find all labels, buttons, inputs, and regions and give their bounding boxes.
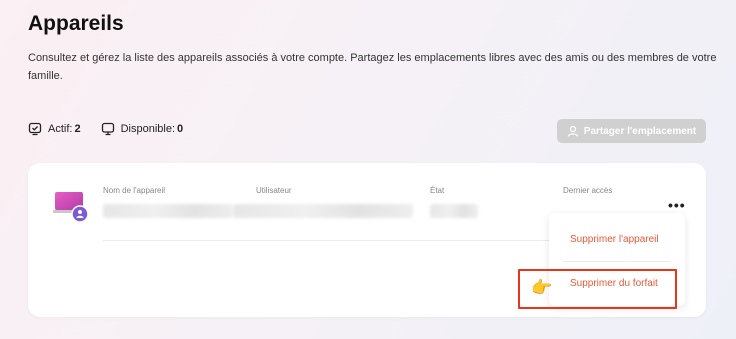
column-header-user: Utilisateur: [256, 186, 292, 195]
available-stat: Disponible: 0: [101, 122, 184, 136]
menu-divider: [563, 261, 671, 262]
column-header-last-access: Dernier accès: [563, 186, 613, 195]
user-badge-icon: [71, 205, 89, 223]
share-slot-button[interactable]: Partager l'emplacement: [557, 119, 706, 143]
page-title: Appareils: [28, 12, 124, 35]
monitor-icon: [101, 122, 114, 136]
pointing-hand-icon: 👉: [531, 278, 553, 297]
available-count: 0: [177, 123, 184, 135]
active-count: 2: [74, 123, 81, 135]
column-header-state: État: [430, 186, 445, 195]
column-header-device-name: Nom de l'appareil: [103, 186, 166, 195]
user-icon: [567, 125, 578, 137]
page-description: Consultez et gérez la liste des appareil…: [28, 52, 717, 82]
device-stats: Actif: 2 Disponible: 0: [28, 122, 203, 136]
share-button-label: Partager l'emplacement: [583, 125, 697, 137]
active-stat: Actif: 2: [28, 122, 81, 136]
laptop-icon: [53, 192, 89, 223]
device-name-value: [103, 204, 233, 218]
user-value: [233, 204, 413, 218]
active-label: Actif:: [48, 123, 73, 135]
available-label: Disponible:: [120, 123, 175, 135]
more-horizontal-icon[interactable]: •••: [668, 197, 686, 213]
menu-item-remove-device[interactable]: Supprimer l'appareil: [570, 234, 659, 245]
state-value: [430, 204, 478, 218]
device-check-icon: [28, 122, 42, 136]
